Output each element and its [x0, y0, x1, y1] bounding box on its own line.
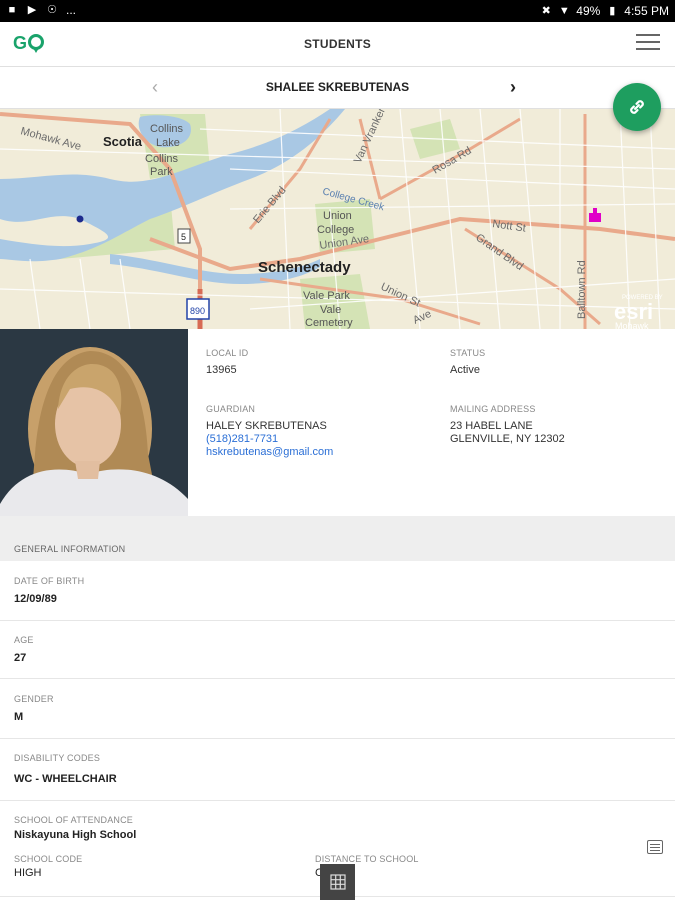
- local-id-value: 13965: [206, 364, 237, 376]
- field-value: 27: [14, 652, 27, 664]
- local-id-block: LOCAL ID 13965: [206, 348, 248, 376]
- student-name: SHALEE SKREBUTENAS: [265, 80, 410, 94]
- document-icon[interactable]: [647, 840, 663, 854]
- mailing-address-block: MAILING ADDRESS 23 HABEL LANE GLENVILLE,…: [450, 404, 565, 445]
- map-label: Union: [323, 210, 352, 222]
- map-label: Cemetery: [305, 317, 353, 329]
- map-label: Vale Park: [303, 290, 350, 302]
- student-portrait-image: [0, 329, 188, 516]
- status-bar: ■ ▶ ☉ ... ✖ ▼ 49% ▮ 4:55 PM: [0, 0, 675, 22]
- status-label: STATUS: [450, 348, 486, 358]
- clock: 4:55 PM: [624, 4, 669, 18]
- wifi-icon: ▼: [558, 5, 570, 17]
- map-label: Scotia: [103, 134, 143, 149]
- next-student-button[interactable]: ›: [510, 77, 516, 98]
- map-label: Vale: [320, 304, 341, 316]
- map-label: Balltown Rd: [576, 260, 588, 319]
- field-value: WC - WHEELCHAIR: [14, 773, 117, 785]
- mute-icon: ✖: [541, 5, 551, 17]
- field-label: GENDER: [14, 694, 54, 704]
- page-title: STUDENTS: [303, 37, 372, 51]
- map-label: Collins: [145, 153, 179, 165]
- link-button[interactable]: [613, 83, 661, 131]
- sync-icon: ☉: [47, 4, 57, 16]
- guardian-name: HALEY SKREBUTENAS: [206, 420, 327, 432]
- menu-bar: [636, 34, 660, 36]
- guardian-email-link[interactable]: hskrebutenas@gmail.com: [206, 446, 333, 458]
- field-label: DATE OF BIRTH: [14, 576, 85, 586]
- school-code-value: HIGH: [14, 867, 42, 879]
- play-store-icon: ▶: [27, 4, 37, 16]
- local-id-label: LOCAL ID: [206, 348, 249, 358]
- field-label: SCHOOL OF ATTENDANCE: [14, 815, 134, 825]
- more-notifications: ...: [66, 3, 77, 17]
- grid-icon: [329, 874, 346, 890]
- status-block: STATUS Active: [450, 348, 485, 376]
- route-890-label: 890: [190, 306, 205, 316]
- field-label: DISABILITY CODES: [14, 753, 101, 763]
- field-value: Niskayuna High School: [14, 829, 137, 841]
- mailing-address-line2: GLENVILLE, NY 12302: [450, 433, 565, 445]
- menu-button[interactable]: [636, 34, 660, 52]
- battery-icon: ▮: [609, 5, 616, 17]
- notification-icon: ■: [8, 4, 16, 16]
- menu-bar: [636, 48, 660, 50]
- general-information-header: GENERAL INFORMATION: [0, 516, 675, 561]
- battery-percent: 49%: [576, 4, 601, 18]
- mailing-address-label: MAILING ADDRESS: [450, 404, 536, 414]
- guardian-phone-link[interactable]: (518)281-7731: [206, 433, 333, 445]
- guardian-label: GUARDIAN: [206, 404, 256, 414]
- map-view[interactable]: Mohawk Ave Scotia Collins Lake Collins P…: [0, 109, 675, 329]
- field-label: AGE: [14, 635, 34, 645]
- status-value: Active: [450, 364, 480, 376]
- student-detail-screen: ■ ▶ ☉ ... ✖ ▼ 49% ▮ 4:55 PM G STUDENTS ‹…: [0, 0, 675, 900]
- map-label: Collins: [150, 123, 184, 135]
- section-title: GENERAL INFORMATION: [14, 544, 126, 554]
- map-label: Mohawk: [615, 321, 649, 329]
- map-label: Lake: [156, 137, 180, 149]
- student-photo: [0, 329, 188, 516]
- route-5-label: 5: [181, 232, 186, 242]
- field-disability-codes: DISABILITY CODES WC - WHEELCHAIR: [0, 739, 675, 801]
- school-code-label: SCHOOL CODE: [14, 854, 83, 864]
- student-navigator: ‹ SHALEE SKREBUTENAS ›: [0, 67, 675, 109]
- field-date-of-birth: DATE OF BIRTH 12/09/89: [0, 561, 675, 621]
- field-value: 12/09/89: [14, 593, 57, 605]
- field-value: M: [14, 711, 24, 723]
- menu-bar: [636, 41, 660, 43]
- map-label: Schenectady: [258, 259, 351, 276]
- map-label: Park: [150, 166, 173, 178]
- guardian-block: GUARDIAN HALEY SKREBUTENAS (518)281-7731…: [206, 404, 333, 458]
- student-info-panel: LOCAL ID 13965 STATUS Active GUARDIAN HA…: [188, 329, 675, 516]
- grid-view-button[interactable]: [320, 864, 355, 900]
- link-icon: [630, 100, 644, 114]
- field-age: AGE 27: [0, 621, 675, 679]
- field-gender: GENDER M: [0, 679, 675, 739]
- app-bar: G STUDENTS: [0, 22, 675, 67]
- mailing-address-line1: 23 HABEL LANE: [450, 420, 533, 432]
- map-label: College: [317, 224, 354, 236]
- distance-to-school-label: DISTANCE TO SCHOOL: [315, 854, 419, 864]
- map-canvas: Mohawk Ave Scotia Collins Lake Collins P…: [0, 109, 675, 329]
